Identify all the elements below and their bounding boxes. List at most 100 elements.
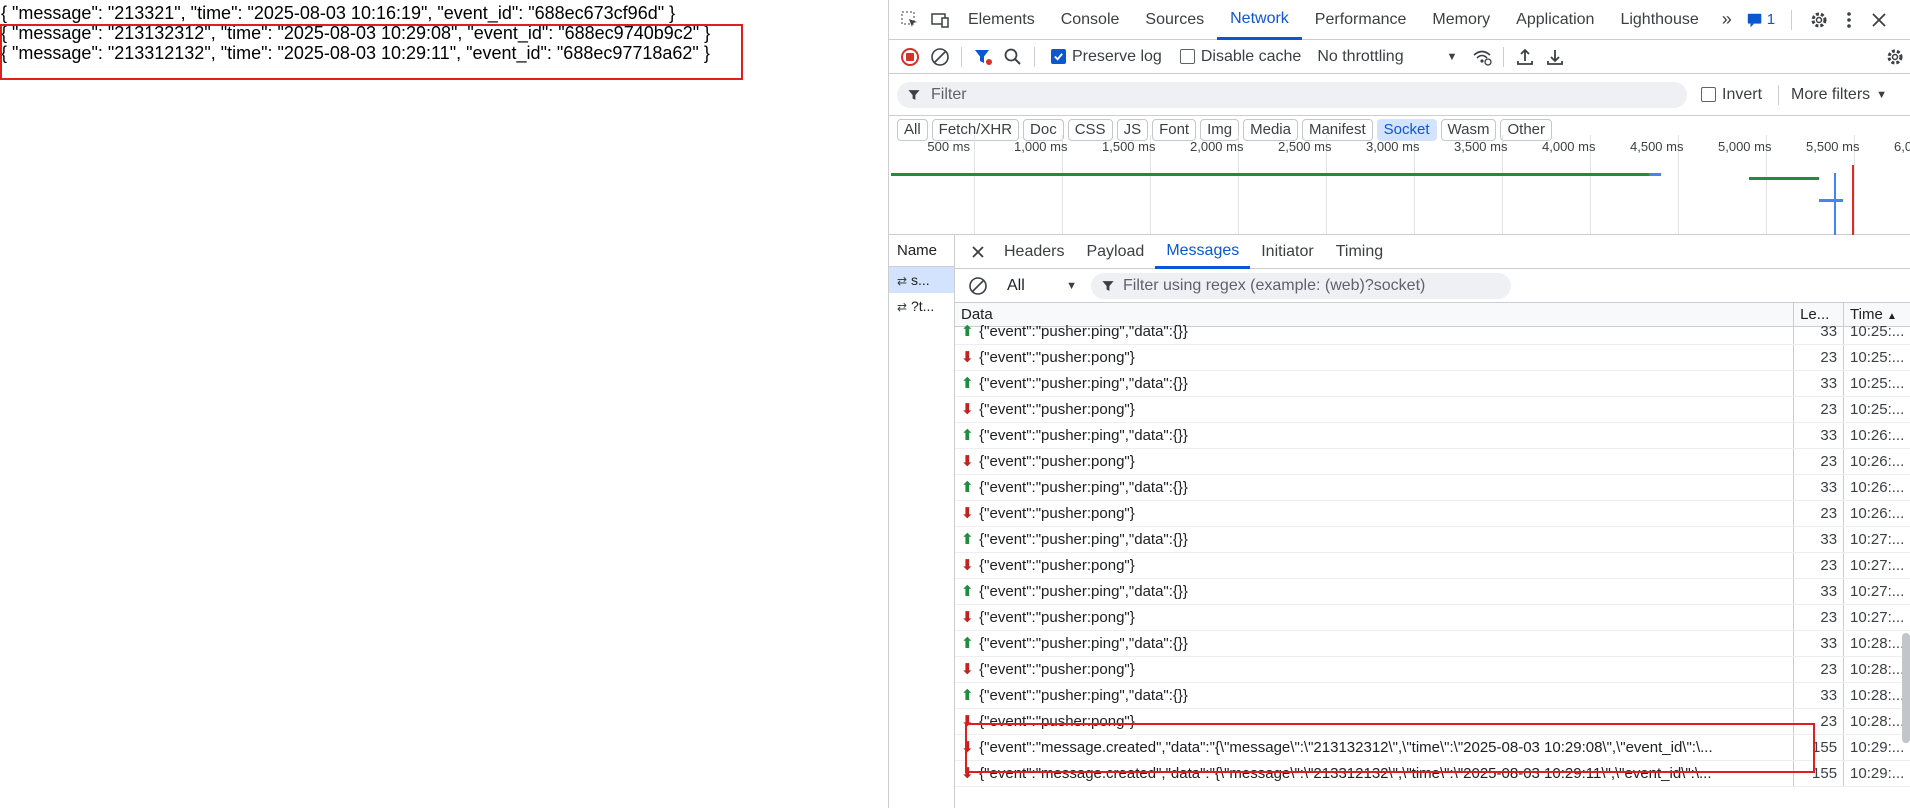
network-settings-gear-icon[interactable] [1880, 42, 1910, 72]
message-type-select[interactable]: All ▼ [1001, 277, 1083, 295]
request-name-column: Name ⇄ s... ⇄ ?t... [889, 235, 955, 808]
message-length: 33 [1794, 475, 1845, 500]
message-row[interactable]: ⬇ {"event":"pusher:pong"} 23 10:25:... [955, 397, 1910, 423]
tab-console[interactable]: Console [1048, 0, 1133, 40]
detail-tab-timing[interactable]: Timing [1325, 235, 1394, 269]
filter-icon [1102, 280, 1114, 291]
message-row[interactable]: ⬆ {"event":"pusher:ping","data":{}} 33 10:… [955, 579, 1910, 605]
name-column-header[interactable]: Name [889, 235, 954, 267]
received-arrow-icon: ⬇ [961, 453, 974, 470]
throttling-select[interactable]: No throttling ▼ [1317, 48, 1457, 66]
message-length: 33 [1794, 631, 1845, 656]
export-har-icon[interactable] [1540, 42, 1570, 72]
divider [1791, 9, 1793, 30]
devtools-tabbar: Elements Console Sources Network Perform… [889, 0, 1910, 40]
message-row[interactable]: ⬇ {"event":"pusher:pong"} 23 10:28:... [955, 657, 1910, 683]
message-time: 10:25:... [1850, 323, 1905, 340]
network-overview-timeline[interactable]: 500 ms 1,000 ms 1,500 ms 2,000 ms 2,500 ms 3,… [889, 135, 1910, 235]
received-arrow-icon: ⬇ [961, 557, 974, 574]
more-filters-dropdown[interactable]: More filters ▼ [1791, 86, 1887, 104]
disable-cache-checkbox[interactable]: Disable cache [1179, 48, 1301, 66]
message-length: 23 [1794, 501, 1845, 526]
detail-tab-initiator[interactable]: Initiator [1250, 235, 1324, 269]
close-devtools-icon[interactable] [1864, 5, 1894, 35]
import-har-icon[interactable] [1510, 42, 1540, 72]
tab-memory[interactable]: Memory [1419, 0, 1503, 40]
message-row[interactable]: ⬇ {"event":"pusher:pong"} 23 10:26:... [955, 501, 1910, 527]
tab-sources[interactable]: Sources [1132, 0, 1217, 40]
search-icon[interactable] [998, 42, 1028, 72]
checkbox-unchecked-icon[interactable] [1179, 49, 1195, 64]
tab-network[interactable]: Network [1217, 0, 1302, 40]
message-row[interactable]: ⬆ {"event":"pusher:ping","data":{}} 33 10:… [955, 371, 1910, 397]
message-text: {"event":"pusher:pong"} [979, 401, 1135, 418]
timeline-tick-label: 3,500 ms [1454, 139, 1508, 154]
more-tabs-icon[interactable]: » [1712, 5, 1742, 35]
message-row[interactable]: ⬆ {"event":"pusher:ping","data":{}} 33 10:… [955, 527, 1910, 553]
message-length: 33 [1794, 319, 1845, 344]
message-time: 10:28:... [1850, 687, 1905, 704]
issues-count: 1 [1766, 11, 1776, 28]
close-detail-icon[interactable] [963, 237, 993, 267]
tab-application[interactable]: Application [1503, 0, 1607, 40]
message-row[interactable]: ⬇ {"event":"pusher:pong"} 23 10:25:... [955, 345, 1910, 371]
network-conditions-icon[interactable] [1467, 42, 1497, 72]
sent-arrow-icon: ⬆ [961, 427, 974, 444]
checkbox-checked-icon[interactable] [1051, 49, 1066, 64]
more-filters-label: More filters [1791, 85, 1871, 103]
tab-lighthouse[interactable]: Lighthouse [1607, 0, 1711, 40]
message-row[interactable]: ⬆ {"event":"pusher:ping","data":{}} 33 10:… [955, 319, 1910, 345]
filter-funnel-icon[interactable] [968, 42, 998, 72]
scrollbar[interactable] [1902, 633, 1910, 743]
message-text: {"event":"pusher:pong"} [979, 505, 1135, 522]
message-data: ⬆ {"event":"pusher:ping","data":{}} [955, 371, 1795, 396]
message-text: {"event":"pusher:ping","data":{}} [979, 531, 1188, 548]
filter-input[interactable]: Filter [897, 81, 1687, 108]
message-time: 10:26:... [1850, 427, 1905, 444]
websocket-icon: ⇄ [897, 274, 908, 288]
customize-menu-icon[interactable] [1834, 5, 1864, 35]
invert-checkbox[interactable]: Invert [1701, 86, 1762, 104]
inspect-element-icon[interactable] [895, 5, 925, 35]
clear-messages-icon[interactable] [963, 271, 993, 301]
timeline-tick-label: 3,000 ms [1366, 139, 1420, 154]
clear-icon[interactable] [925, 42, 955, 72]
issues-badge[interactable]: 1 [1746, 11, 1775, 29]
detail-tab-headers[interactable]: Headers [993, 235, 1075, 269]
device-toolbar-icon[interactable] [925, 5, 955, 35]
sent-arrow-icon: ⬆ [961, 583, 974, 600]
received-arrow-icon: ⬇ [961, 401, 974, 418]
message-regex-filter-input[interactable]: Filter using regex (example: (web)?socke… [1091, 272, 1511, 299]
message-text: {"event":"pusher:ping","data":{}} [979, 687, 1188, 704]
message-time: 10:27:... [1850, 609, 1905, 626]
request-item[interactable]: ⇄ s... [889, 267, 954, 293]
message-data: ⬇ {"event":"pusher:pong"} [955, 553, 1795, 578]
message-row[interactable]: ⬇ {"event":"pusher:pong"} 23 10:26:... [955, 449, 1910, 475]
message-data: ⬆ {"event":"pusher:ping","data":{}} [955, 319, 1795, 344]
timeline-tick-label: 2,000 ms [1190, 139, 1244, 154]
settings-gear-icon[interactable] [1804, 5, 1834, 35]
message-row[interactable]: ⬇ {"event":"pusher:pong"} 23 10:27:... [955, 553, 1910, 579]
message-length: 33 [1794, 423, 1845, 448]
message-row[interactable]: ⬇ {"event":"pusher:pong"} 23 10:27:... [955, 605, 1910, 631]
message-text: {"event":"pusher:ping","data":{}} [979, 427, 1188, 444]
message-time: 10:27:... [1850, 583, 1905, 600]
detail-tab-payload[interactable]: Payload [1075, 235, 1155, 269]
tab-elements[interactable]: Elements [955, 0, 1048, 40]
sent-arrow-icon: ⬆ [961, 635, 974, 652]
stop-recording-icon[interactable] [895, 42, 925, 72]
message-row[interactable]: ⬆ {"event":"pusher:ping","data":{}} 33 10:… [955, 423, 1910, 449]
request-item[interactable]: ⇄ ?t... [889, 293, 954, 319]
websocket-icon: ⇄ [897, 300, 908, 314]
preserve-log-checkbox[interactable]: Preserve log [1051, 48, 1162, 66]
checkbox-unchecked-icon[interactable] [1701, 87, 1716, 102]
message-time: 10:25:... [1850, 375, 1905, 392]
detail-tab-messages[interactable]: Messages [1155, 235, 1251, 269]
message-row[interactable]: ⬆ {"event":"pusher:ping","data":{}} 33 10:… [955, 683, 1910, 709]
regex-filter-placeholder: Filter using regex (example: (web)?socke… [1123, 276, 1426, 294]
request-detail-pane: Headers Payload Messages Initiator Timin… [955, 235, 1910, 808]
tab-performance[interactable]: Performance [1302, 0, 1420, 40]
devtools-panel: Elements Console Sources Network Perform… [888, 0, 1910, 808]
message-row[interactable]: ⬆ {"event":"pusher:ping","data":{}} 33 10:… [955, 631, 1910, 657]
message-row[interactable]: ⬆ {"event":"pusher:ping","data":{}} 33 10:… [955, 475, 1910, 501]
